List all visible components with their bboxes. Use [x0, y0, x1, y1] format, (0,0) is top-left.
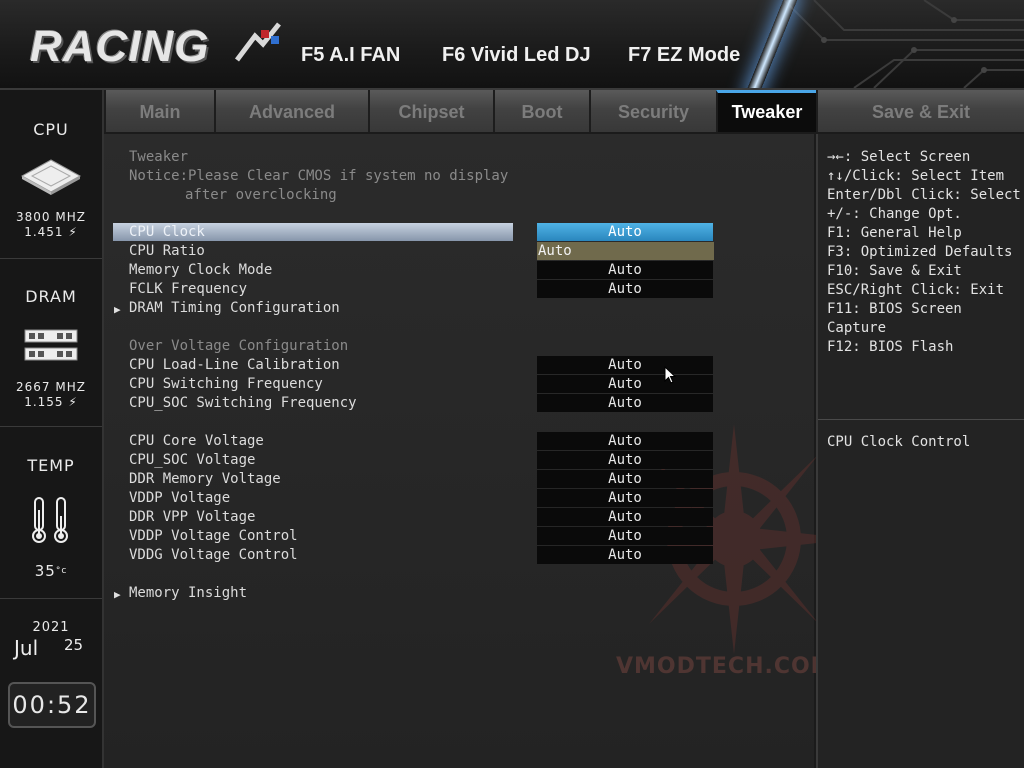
- ddr-memory-voltage-label[interactable]: DDR Memory Voltage: [129, 471, 281, 487]
- tab-bar: Main Advanced Chipset Boot Security Twea…: [104, 90, 1024, 132]
- vddg-voltage-control-label[interactable]: VDDG Voltage Control: [129, 547, 298, 563]
- thermometer-icon: [0, 496, 102, 548]
- memory-clock-mode-label[interactable]: Memory Clock Mode: [129, 262, 272, 278]
- system-clock: 00:52: [8, 682, 96, 728]
- vddp-voltage-control-label[interactable]: VDDP Voltage Control: [129, 528, 298, 544]
- help-key-general-help: F1: General Help: [827, 225, 962, 241]
- submenu-arrow-icon: ▶: [114, 303, 121, 316]
- cpu-soc-switching-frequency-label[interactable]: CPU_SOC Switching Frequency: [129, 395, 357, 411]
- tab-save-exit[interactable]: Save & Exit: [816, 90, 1024, 132]
- temp-value: 35°c: [34, 562, 68, 580]
- cpu-soc-voltage-label[interactable]: CPU_SOC Voltage: [129, 452, 255, 468]
- f6-vivid-led-dj-button[interactable]: F6 Vivid Led DJ: [442, 44, 591, 67]
- cpu-title: CPU: [33, 120, 69, 139]
- help-key-bios-screen: F11: BIOS Screen: [827, 301, 962, 317]
- ddr-vpp-voltage-value[interactable]: Auto: [537, 508, 713, 526]
- date-year: 2021: [32, 620, 70, 635]
- cpu-soc-voltage-value[interactable]: Auto: [537, 451, 713, 469]
- help-key-exit: ESC/Right Click: Exit: [827, 282, 1005, 298]
- memory-insight-link[interactable]: Memory Insight: [129, 585, 247, 601]
- temp-section: TEMP 35°c: [0, 426, 102, 599]
- ddr-vpp-voltage-label[interactable]: DDR VPP Voltage: [129, 509, 255, 525]
- help-key-select-screen: →←: Select Screen: [827, 149, 971, 165]
- clock-time: 00:52: [12, 691, 92, 719]
- mouse-cursor-icon: [664, 366, 676, 384]
- submenu-arrow-icon: ▶: [114, 588, 121, 601]
- cpu-ratio-input[interactable]: Auto: [537, 242, 714, 260]
- help-key-select-item: ↑↓/Click: Select Item: [827, 168, 1005, 184]
- dram-voltage: 1.155 ⚡: [24, 395, 78, 409]
- help-key-optimized-defaults: F3: Optimized Defaults: [827, 244, 1013, 260]
- vddg-voltage-control-value[interactable]: Auto: [537, 546, 713, 564]
- datetime-section: 2021 Jul 25 00:52: [0, 598, 102, 768]
- racing-logo: RACING: [30, 22, 210, 71]
- help-divider: [818, 419, 1024, 420]
- date-month: Jul: [14, 636, 39, 660]
- help-key-capture: Capture: [827, 320, 887, 336]
- settings-panel: VMODTECH.COM Tweaker Notice:Please Clear…: [104, 134, 854, 768]
- vddp-voltage-value[interactable]: Auto: [537, 489, 713, 507]
- over-voltage-section-title: Over Voltage Configuration: [129, 338, 349, 354]
- tab-boot[interactable]: Boot: [493, 90, 589, 132]
- tab-advanced[interactable]: Advanced: [214, 90, 368, 132]
- cpu-clock-label[interactable]: CPU Clock: [129, 224, 205, 240]
- tab-main[interactable]: Main: [104, 90, 214, 132]
- f5-ai-fan-button[interactable]: F5 A.I FAN: [301, 44, 400, 67]
- dram-section: DRAM 2667 MHZ 1.155 ⚡: [0, 258, 102, 427]
- vddp-voltage-label[interactable]: VDDP Voltage: [129, 490, 230, 506]
- voltage-bolt-icon: ⚡: [63, 395, 78, 409]
- cpu-voltage: 1.451 ⚡: [24, 225, 78, 239]
- cpu-llc-label[interactable]: CPU Load-Line Calibration: [129, 357, 340, 373]
- cpu-llc-value[interactable]: Auto: [537, 356, 713, 374]
- vddp-voltage-control-value[interactable]: Auto: [537, 527, 713, 545]
- hardware-monitor-sidebar: CPU 3800 MHZ 1.451 ⚡ DRAM 2667 MHZ 1.155…: [0, 90, 104, 768]
- dram-module-icon: [0, 328, 102, 368]
- section-title: Tweaker: [129, 149, 189, 165]
- voltage-bolt-icon: ⚡: [63, 225, 78, 239]
- tab-security[interactable]: Security: [589, 90, 716, 132]
- cpu-core-voltage-value[interactable]: Auto: [537, 432, 713, 450]
- header-bar: RACING F5 A.I FAN F6 Vivid Led DJ F7 EZ …: [0, 0, 1024, 90]
- cpu-clock-value[interactable]: Auto: [537, 223, 713, 241]
- tab-tweaker[interactable]: Tweaker: [716, 90, 816, 132]
- cpu-section: CPU 3800 MHZ 1.451 ⚡: [0, 90, 102, 259]
- memory-clock-mode-value[interactable]: Auto: [537, 261, 713, 279]
- help-key-bios-flash: F12: BIOS Flash: [827, 339, 954, 355]
- dram-frequency: 2667 MHZ: [16, 380, 86, 394]
- cpu-chip-icon: [0, 158, 102, 200]
- cpu-core-voltage-label[interactable]: CPU Core Voltage: [129, 433, 264, 449]
- cpu-ratio-label[interactable]: CPU Ratio: [129, 243, 205, 259]
- fclk-frequency-value[interactable]: Auto: [537, 280, 713, 298]
- fclk-frequency-label[interactable]: FCLK Frequency: [129, 281, 247, 297]
- help-panel: →←: Select Screen ↑↓/Click: Select Item …: [816, 134, 1024, 768]
- cpu-switching-frequency-label[interactable]: CPU Switching Frequency: [129, 376, 323, 392]
- notice-text: Notice:Please Clear CMOS if system no di…: [129, 168, 509, 184]
- cpu-frequency: 3800 MHZ: [16, 210, 86, 224]
- item-description: CPU Clock Control: [827, 434, 971, 450]
- help-key-change-opt: +/-: Change Opt.: [827, 206, 962, 222]
- dram-title: DRAM: [25, 287, 77, 306]
- ddr-memory-voltage-value[interactable]: Auto: [537, 470, 713, 488]
- help-key-save-exit: F10: Save & Exit: [827, 263, 962, 279]
- tab-chipset[interactable]: Chipset: [368, 90, 493, 132]
- date-day: 25: [64, 636, 84, 654]
- dram-timing-configuration-link[interactable]: DRAM Timing Configuration: [129, 300, 340, 316]
- f7-ez-mode-button[interactable]: F7 EZ Mode: [628, 44, 740, 67]
- logo-emblem-icon: [235, 22, 281, 62]
- notice-text-continued: after overclocking: [185, 187, 337, 203]
- cpu-switching-frequency-value[interactable]: Auto: [537, 375, 713, 393]
- watermark-text: VMODTECH.COM: [616, 654, 834, 679]
- help-key-select: Enter/Dbl Click: Select: [827, 187, 1021, 203]
- temp-title: TEMP: [27, 456, 75, 475]
- cpu-soc-switching-frequency-value[interactable]: Auto: [537, 394, 713, 412]
